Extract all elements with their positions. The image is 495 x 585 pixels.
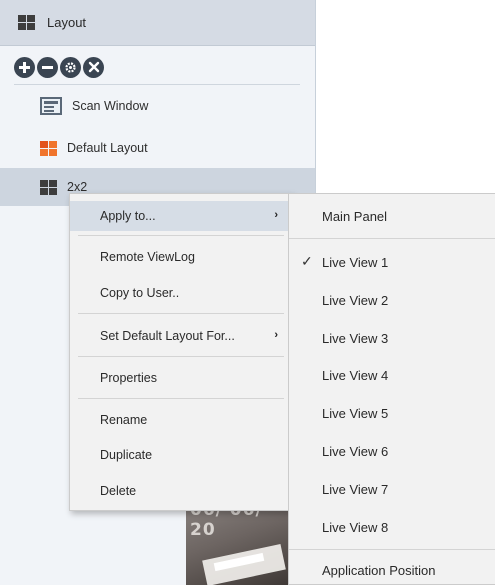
apply-to-submenu: Main Panel ✓ Live View 1 Live View 2 Liv… bbox=[288, 193, 495, 585]
menu-item-set-default-layout-for[interactable]: Set Default Layout For... › bbox=[70, 321, 292, 351]
menu-item-label: Remote ViewLog bbox=[100, 250, 195, 264]
plus-circle-icon bbox=[19, 61, 30, 73]
menu-item-label: Rename bbox=[100, 413, 148, 427]
video-preview-thumbnail[interactable]: 06/ 06/ 20 bbox=[186, 500, 288, 585]
tree-item-scan-window[interactable]: Scan Window bbox=[40, 93, 148, 119]
tools-circle-icon bbox=[88, 61, 99, 73]
menu-item-label: Duplicate bbox=[100, 448, 153, 462]
tree-item-label: Default Layout bbox=[67, 141, 148, 155]
submenu-item-label: Live View 2 bbox=[322, 292, 389, 308]
layout-panel-header: Layout bbox=[0, 0, 315, 46]
submenu-item-live-view-5[interactable]: Live View 5 bbox=[289, 397, 495, 429]
menu-item-label: Delete bbox=[100, 484, 137, 498]
layout-toolbar bbox=[14, 54, 104, 80]
submenu-item-application-position[interactable]: Application Position bbox=[289, 554, 495, 585]
menu-item-label: Properties bbox=[100, 371, 157, 385]
submenu-arrow-icon: › bbox=[274, 209, 278, 221]
layout-context-menu: Apply to... › Remote ViewLog Copy to Use… bbox=[69, 193, 293, 511]
gear-circle-icon bbox=[65, 61, 76, 73]
submenu-item-main-panel[interactable]: Main Panel bbox=[289, 200, 495, 232]
submenu-arrow-icon: › bbox=[274, 329, 278, 341]
submenu-item-live-view-3[interactable]: Live View 3 bbox=[289, 322, 495, 354]
submenu-item-label: Application Position bbox=[322, 562, 436, 578]
menu-item-label: Apply to... bbox=[100, 209, 156, 223]
menu-item-remote-viewlog[interactable]: Remote ViewLog bbox=[70, 242, 292, 272]
add-layout-button[interactable] bbox=[14, 56, 35, 78]
menu-item-label: Copy to User.. bbox=[100, 286, 180, 300]
tree-item-label: 2x2 bbox=[67, 180, 88, 194]
submenu-item-label: Live View 5 bbox=[322, 405, 389, 421]
submenu-item-live-view-8[interactable]: Live View 8 bbox=[289, 511, 495, 543]
submenu-item-live-view-7[interactable]: Live View 7 bbox=[289, 473, 495, 505]
toolbar-divider bbox=[14, 84, 300, 85]
submenu-item-label: Main Panel bbox=[322, 208, 388, 224]
submenu-item-label: Live View 8 bbox=[322, 519, 389, 535]
submenu-separator bbox=[289, 549, 495, 550]
layout-tools-button[interactable] bbox=[83, 56, 104, 78]
menu-separator bbox=[78, 313, 284, 314]
submenu-item-live-view-1[interactable]: ✓ Live View 1 bbox=[289, 246, 495, 278]
submenu-item-label: Live View 7 bbox=[322, 481, 389, 497]
panel-title: Layout bbox=[47, 15, 87, 30]
checkmark-icon: ✓ bbox=[301, 253, 313, 269]
menu-item-label: Set Default Layout For... bbox=[100, 329, 235, 343]
submenu-item-live-view-6[interactable]: Live View 6 bbox=[289, 435, 495, 467]
grid-2x2-icon bbox=[40, 179, 57, 195]
submenu-item-live-view-2[interactable]: Live View 2 bbox=[289, 284, 495, 316]
menu-item-rename[interactable]: Rename bbox=[70, 405, 292, 435]
submenu-item-label: Live View 3 bbox=[322, 330, 389, 346]
menu-item-properties[interactable]: Properties bbox=[70, 363, 292, 393]
menu-item-apply-to[interactable]: Apply to... › bbox=[70, 201, 292, 231]
submenu-separator bbox=[289, 238, 495, 239]
minus-circle-icon bbox=[42, 65, 53, 69]
menu-item-duplicate[interactable]: Duplicate bbox=[70, 440, 292, 470]
layout-grid-icon bbox=[18, 15, 35, 30]
scan-window-icon bbox=[40, 97, 62, 115]
default-layout-icon bbox=[40, 140, 57, 156]
submenu-item-live-view-4[interactable]: Live View 4 bbox=[289, 359, 495, 391]
submenu-item-label: Live View 4 bbox=[322, 367, 389, 383]
menu-item-copy-to-user[interactable]: Copy to User.. bbox=[70, 278, 292, 308]
submenu-item-label: Live View 6 bbox=[322, 443, 389, 459]
menu-separator bbox=[78, 398, 284, 399]
submenu-item-label: Live View 1 bbox=[322, 254, 389, 270]
remove-layout-button[interactable] bbox=[37, 56, 58, 78]
menu-item-delete[interactable]: Delete bbox=[70, 476, 292, 506]
menu-separator bbox=[78, 235, 284, 236]
menu-separator bbox=[78, 356, 284, 357]
tree-item-default-layout[interactable]: Default Layout bbox=[40, 135, 148, 161]
layout-settings-button[interactable] bbox=[60, 56, 81, 78]
tree-item-label: Scan Window bbox=[72, 99, 149, 113]
